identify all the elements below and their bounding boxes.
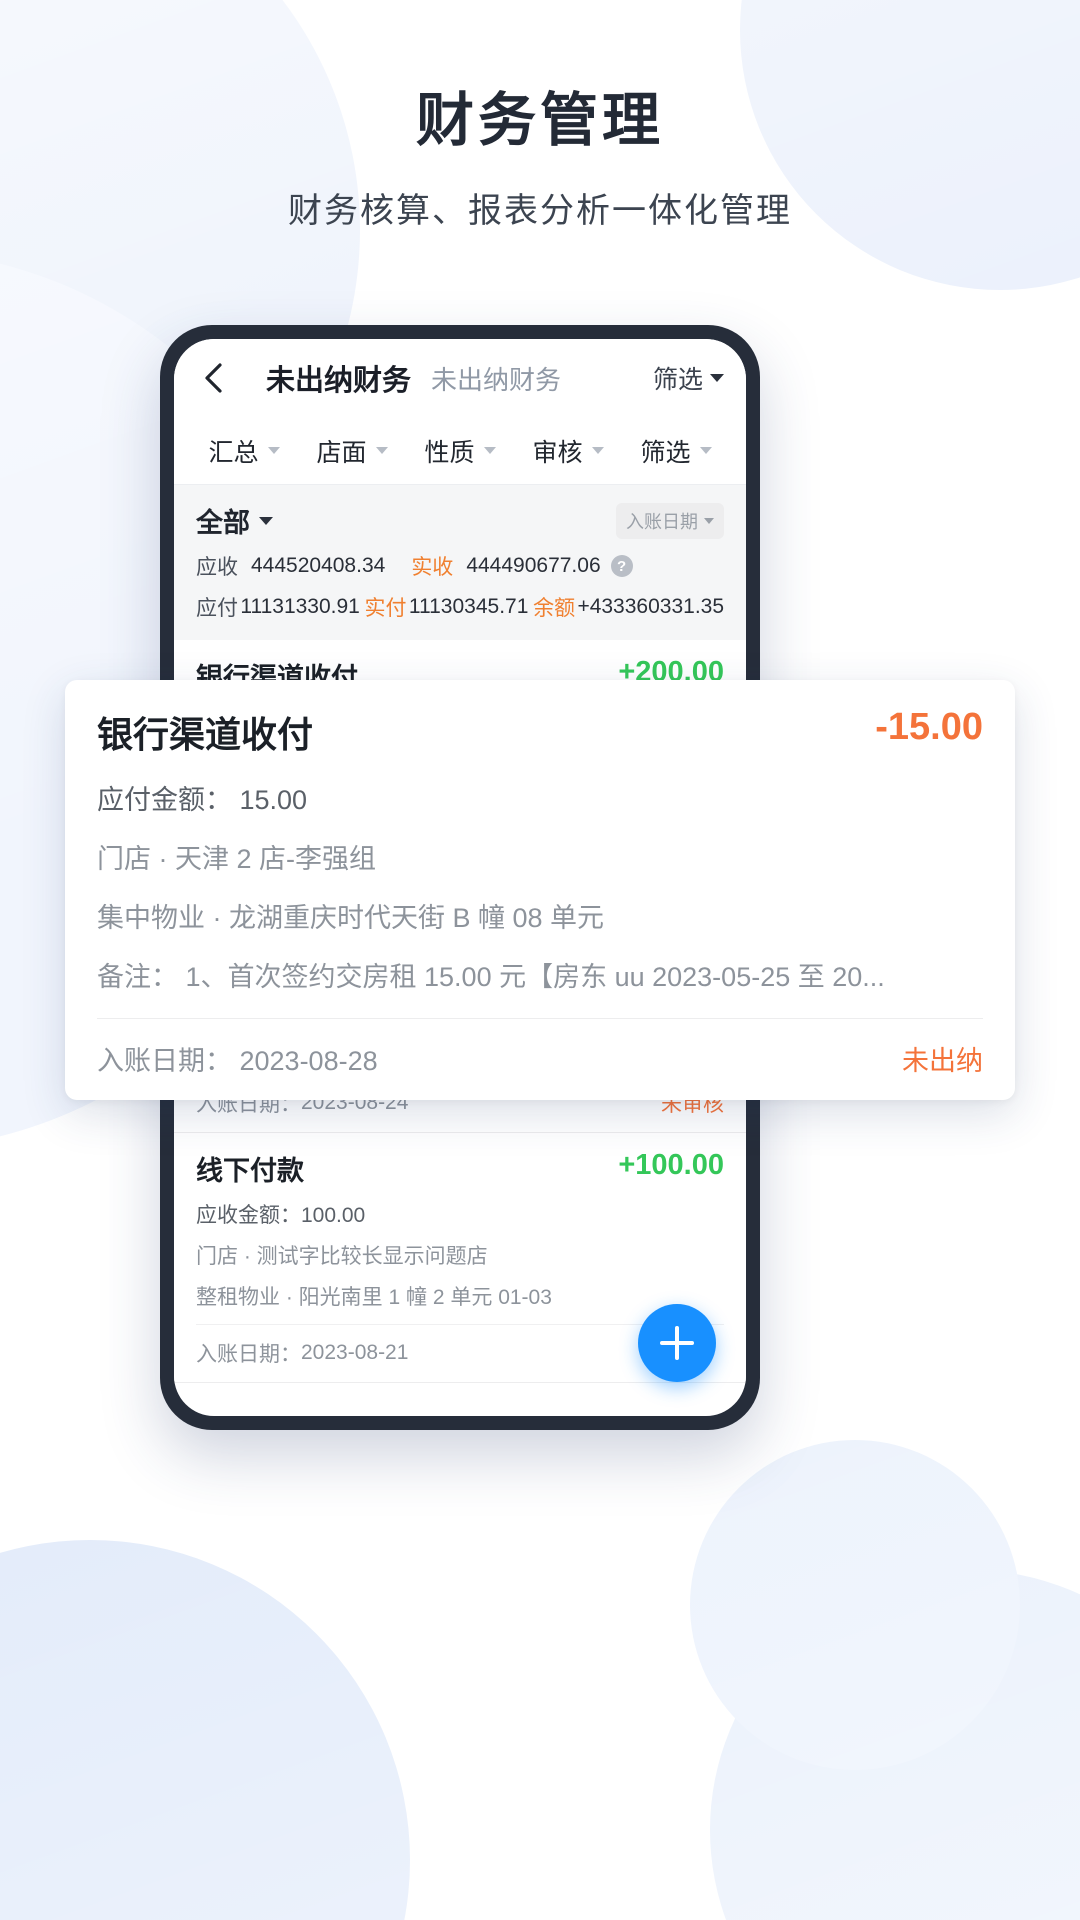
hero-section: 财务管理 财务核算、报表分析一体化管理 [0,0,1080,232]
question-mark-icon[interactable]: ? [610,555,633,577]
add-button[interactable] [638,1304,716,1382]
row-header: 线下付款 +100.00 [196,1149,724,1188]
summary-date-filter-chip[interactable]: 入账日期 [616,502,724,539]
caret-down-icon [704,517,714,524]
summary-balance-value: +433360331.35 [577,595,725,618]
detail-card-store-line: 门店 · 天津 2 店-李强组 [97,844,377,874]
tab-summary[interactable]: 汇总 [190,433,298,469]
tab-audit-label: 审核 [532,438,583,467]
summary-receivable-value: 444520408.34 [251,554,386,577]
detail-card-date: 入账日期： 2023-08-28 [97,1046,378,1076]
summary-receivable-line: 应收 444520408.34 实收 444490677.06 ? [196,551,724,581]
detail-card-property-line: 集中物业 · 龙湖重庆时代天街 B 幢 08 单元 [97,903,605,933]
summary-date-filter-label: 入账日期 [626,511,698,532]
app-navbar: 未出纳财务 未出纳财务 筛选 [174,339,746,417]
tab-store-label: 店面 [316,438,367,467]
summary-receivable-label: 应收 [196,556,238,579]
row-date-label: 入账日期： [196,1343,301,1366]
navbar-subtitle: 未出纳财务 [431,364,562,395]
summary-payable-label: 应付 [196,597,238,620]
tab-summary-label: 汇总 [208,438,259,467]
summary-scope-dropdown[interactable]: 全部 [196,501,273,540]
transaction-detail-card[interactable]: 银行渠道收付 -15.00 应付金额： 15.00 门店 · 天津 2 店-李强… [65,680,1015,1100]
page-title: 财务管理 [415,88,664,153]
summary-panel: 全部 入账日期 应收 444520408.34 实收 444490677.06 … [174,485,746,640]
filter-tab-row: 汇总 店面 性质 审核 筛选 [174,417,746,485]
row-amount: +100.00 [618,1149,724,1181]
detail-card-note-line: 备注： 1、首次签约交房租 15.00 元【房东 uu 2023-05-25 至… [97,962,885,992]
row-amount-line: 应收金额：100.00 [196,1204,366,1227]
row-date-value: 2023-08-21 [301,1341,409,1364]
caret-down-icon [259,516,273,525]
detail-card-header: 银行渠道收付 -15.00 [97,706,983,758]
summary-paid-value: 11130345.71 [408,595,529,618]
detail-card-footer: 入账日期： 2023-08-28 未出纳 [97,1018,983,1100]
navbar-title: 未出纳财务 [266,365,412,397]
summary-received-label: 实收 [411,556,454,579]
tab-nature-label: 性质 [424,438,475,467]
row-property-line: 整租物业 · 阳光南里 1 幢 2 单元 01-03 [196,1286,552,1309]
tab-audit[interactable]: 审核 [514,433,622,469]
navbar-filter-label: 筛选 [652,366,703,394]
caret-down-icon [267,447,280,454]
page-subtitle: 财务核算、报表分析一体化管理 [288,191,792,230]
row-title: 线下付款 [196,1156,304,1186]
summary-balance-label: 余额 [533,597,576,620]
tab-filter-label: 筛选 [640,438,691,467]
caret-down-icon [710,374,724,382]
detail-card-title: 银行渠道收付 [97,714,314,755]
tab-store[interactable]: 店面 [298,433,406,469]
chevron-left-icon[interactable] [196,361,230,395]
tab-nature[interactable]: 性质 [406,433,514,469]
row-store-line: 门店 · 测试字比较长显示问题店 [196,1245,488,1268]
caret-down-icon [591,447,604,454]
caret-down-icon [375,447,388,454]
summary-header: 全部 入账日期 [196,501,724,540]
summary-scope-label: 全部 [196,508,250,538]
summary-payable-line: 应付 11131330.91 实付 11130345.71 余额 +433360… [196,592,724,622]
caret-down-icon [699,447,712,454]
summary-received-value: 444490677.06 [466,554,601,577]
caret-down-icon [483,447,496,454]
summary-payable-value: 11131330.91 [240,595,360,618]
navbar-filter-button[interactable]: 筛选 [653,360,724,396]
tab-filter[interactable]: 筛选 [622,433,730,469]
summary-paid-label: 实付 [364,597,407,620]
detail-card-status-badge: 未出纳 [902,1046,983,1076]
detail-card-amount: -15.00 [875,706,983,748]
detail-card-amount-line: 应付金额： 15.00 [97,785,308,815]
